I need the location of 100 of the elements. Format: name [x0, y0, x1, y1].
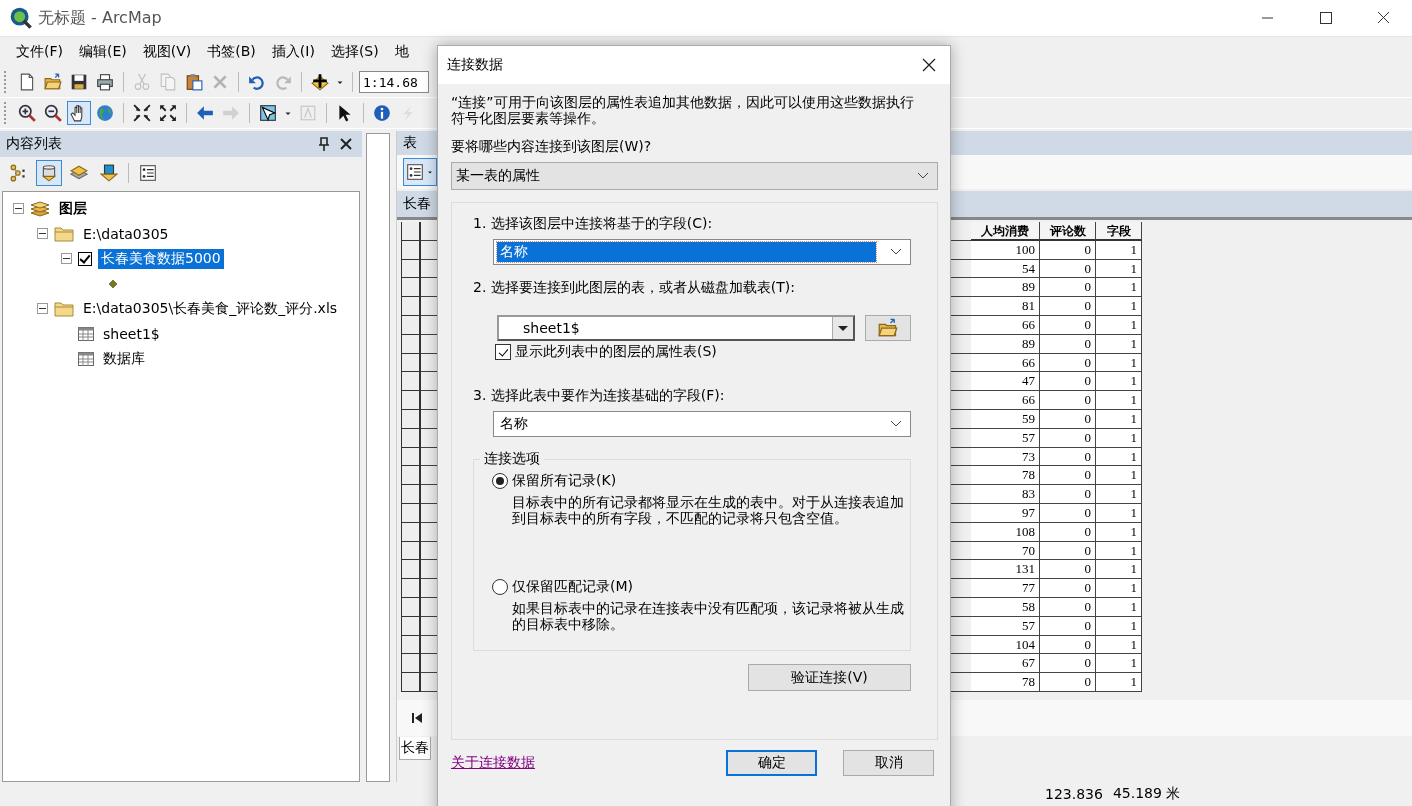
table-cell: 0	[1040, 372, 1096, 392]
cancel-button[interactable]: 取消	[843, 750, 934, 776]
layer-checkbox[interactable]	[78, 251, 92, 266]
table-title: 长春	[403, 195, 431, 213]
row-selector[interactable]	[401, 673, 421, 692]
table-cell: 83	[971, 485, 1040, 504]
menu-item[interactable]: 编辑(E)	[71, 39, 135, 65]
row-selector[interactable]	[401, 278, 421, 298]
menu-item[interactable]: 插入(I)	[263, 39, 323, 65]
window-title: 表	[403, 134, 417, 152]
table-cell: 1	[1096, 654, 1142, 674]
table-cell: 0	[1040, 391, 1096, 410]
radio-button[interactable]	[492, 579, 508, 595]
table-cell: 1	[1096, 560, 1142, 580]
table-icon	[78, 351, 94, 366]
menu-item[interactable]: 选择(S)	[322, 39, 387, 65]
chevron-icon[interactable]	[890, 420, 902, 428]
panel-title: 内容列表	[6, 135, 63, 153]
scale-field[interactable]: 1:14.68	[359, 71, 429, 93]
row-selector[interactable]	[401, 297, 421, 316]
checkbox-label[interactable]: 显示此列表中的图层的属性表(S)	[515, 343, 717, 361]
expand-toggle[interactable]	[61, 253, 72, 264]
table-icon	[78, 326, 94, 341]
option-description: 如果目标表中的记录在连接表中没有匹配项，该记录将被从生成的目标表中移除。	[512, 600, 904, 632]
table-tab[interactable]: 长春	[399, 736, 431, 760]
field-label: 要将哪些内容连接到该图层(W)?	[451, 138, 653, 156]
radio-label[interactable]: 仅保留匹配记录(M)	[512, 578, 633, 596]
column-header[interactable]: 评论数	[1040, 222, 1096, 241]
table-cell: 1	[1096, 485, 1142, 504]
folder-icon	[54, 300, 74, 317]
tree-item[interactable]: E:\data0305	[80, 224, 172, 243]
tree-item[interactable]: 图层	[56, 198, 90, 219]
table-cell: 1	[1096, 579, 1142, 598]
table-cell: 78	[971, 466, 1040, 486]
join-type-dropdown[interactable]: 某一表的属性	[451, 162, 938, 190]
validate-button[interactable]: 验证连接(V)	[748, 664, 911, 691]
tree-item[interactable]: 数据库	[100, 348, 148, 369]
expand-toggle[interactable]	[37, 303, 48, 314]
open-folder-button[interactable]	[865, 315, 911, 341]
table-cell: 0	[1040, 278, 1096, 298]
table-cell: 66	[971, 391, 1040, 410]
chevron-icon[interactable]	[917, 172, 929, 180]
table-cell: 81	[971, 297, 1040, 316]
table-cell: 0	[1040, 673, 1096, 692]
row-selector[interactable]	[401, 466, 421, 486]
column-header[interactable]: 人均消费	[971, 222, 1040, 241]
pin-icon[interactable]	[318, 137, 330, 151]
menu-item[interactable]: 书签(B)	[199, 39, 264, 65]
row-selector[interactable]	[401, 654, 421, 674]
chevron-icon[interactable]	[890, 248, 902, 256]
table-cell: 1	[1096, 466, 1142, 486]
table-cell: 47	[971, 372, 1040, 392]
ok-button[interactable]: 确定	[726, 750, 817, 776]
folder-icon	[878, 318, 898, 338]
table-cell: 89	[971, 278, 1040, 298]
tree-item[interactable]: E:\data0305\长春美食_评论数_评分.xls	[80, 298, 341, 319]
table-cell: 67	[971, 654, 1040, 674]
dropdown-field[interactable]: 名称	[493, 411, 911, 437]
y-coordinate: 45.189 米	[1112, 785, 1181, 803]
dropdown-button[interactable]	[832, 317, 853, 339]
radio-button[interactable]	[492, 473, 508, 489]
table-cell: 1	[1096, 278, 1142, 298]
x-coordinate: 123.836	[1045, 786, 1103, 802]
menu-item[interactable]: 视图(V)	[134, 39, 200, 65]
close-icon[interactable]	[340, 138, 352, 150]
first-record-icon[interactable]	[411, 711, 423, 724]
window-title: 无标题 - ArcMap	[38, 7, 162, 29]
column-header[interactable]: 字段	[1096, 222, 1142, 241]
table-cell: 1	[1096, 391, 1142, 410]
dropdown-field[interactable]: 名称	[493, 239, 911, 265]
point-symbol-icon	[109, 279, 117, 288]
table-cell: 78	[971, 673, 1040, 692]
menu-item[interactable]: 地	[386, 39, 417, 65]
hand-icon[interactable]	[67, 101, 91, 125]
row-selector[interactable]	[401, 372, 421, 392]
folder-icon	[54, 225, 74, 242]
dialog-title: 连接数据	[447, 56, 504, 74]
menu-item[interactable]: 文件(F)	[8, 39, 71, 65]
tree-item[interactable]: 长春美食数据5000	[98, 248, 224, 269]
option-description: 目标表中的所有记录都将显示在生成的表中。对于从连接表追加到目标表中的所有字段，不匹配的记录将只包含空值。	[512, 494, 904, 526]
row-selector[interactable]	[401, 560, 421, 580]
database-icon[interactable]	[36, 160, 62, 186]
row-selector[interactable]	[401, 485, 421, 504]
help-link[interactable]: 关于连接数据	[451, 754, 700, 772]
table-cell: 0	[1040, 560, 1096, 580]
table-options-icon[interactable]	[403, 158, 437, 186]
table-dropdown[interactable]: sheet1$	[497, 315, 855, 341]
table-cell: 131	[971, 560, 1040, 580]
radio-label[interactable]: 保留所有记录(K)	[512, 472, 617, 490]
expand-toggle[interactable]	[13, 203, 24, 214]
field-label: 1. 选择该图层中连接将基于的字段(C):	[473, 215, 714, 233]
checkbox[interactable]	[495, 344, 511, 360]
field-label: 2. 选择要连接到此图层的表，或者从磁盘加载表(T):	[473, 279, 796, 297]
tree-item[interactable]: sheet1$	[100, 324, 163, 343]
row-selector[interactable]	[401, 222, 421, 241]
row-selector[interactable]	[401, 391, 421, 410]
expand-toggle[interactable]	[37, 228, 48, 239]
description-text: “连接”可用于向该图层的属性表追加其他数据，因此可以使用这些数据执行符号化图层要素等操作。	[451, 94, 915, 126]
row-selector[interactable]	[401, 579, 421, 598]
close-icon[interactable]	[922, 58, 936, 72]
